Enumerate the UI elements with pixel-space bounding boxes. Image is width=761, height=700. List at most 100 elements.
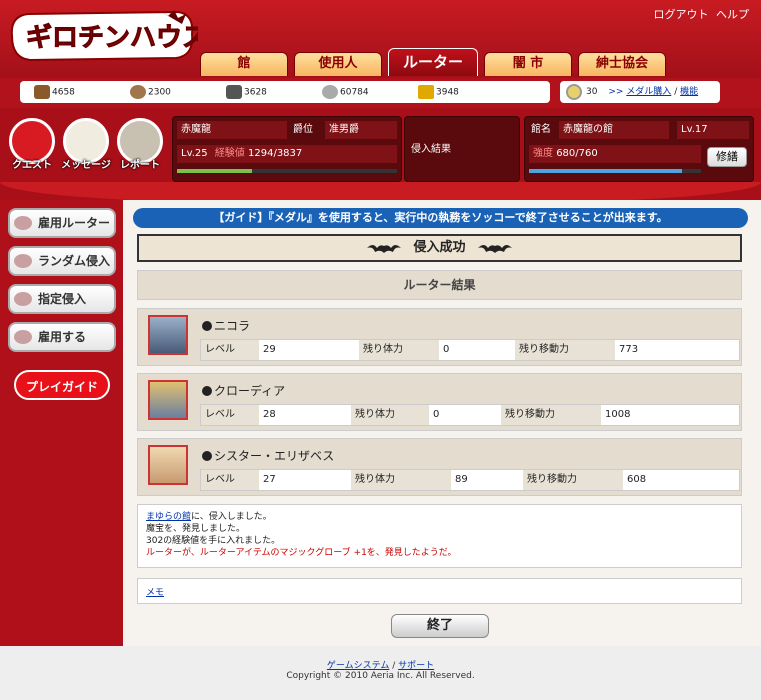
support-link[interactable]: サポート <box>398 661 434 671</box>
player-name: 赤魔龍 <box>177 121 287 139</box>
avatar <box>148 445 188 485</box>
memo-link[interactable]: メモ <box>146 588 164 598</box>
bullet-icon <box>14 254 32 268</box>
footer-links: ゲームシステム / サポート <box>326 661 435 671</box>
memo-box: メモ <box>137 578 742 604</box>
strength-bar <box>529 169 701 173</box>
tab-gentlemen-club[interactable]: 紳士協会 <box>578 52 666 76</box>
avatar <box>148 380 188 420</box>
function-link[interactable]: 機能 <box>680 87 698 97</box>
raid-success-banner: 侵入成功 <box>137 234 742 262</box>
copyright: Copyright © 2010 Aeria Inc. All Reserved… <box>286 671 475 681</box>
bullet-icon <box>14 330 32 344</box>
raid-result-panel: 侵入結果 <box>404 116 520 182</box>
sidebar-item-target-raid[interactable]: 指定侵入 <box>8 284 116 314</box>
mansion-panel: 館名 赤魔龍の館 Lv.17 強度 680/760 修繕 <box>524 116 754 182</box>
raid-success-text: 侵入成功 <box>413 240 466 255</box>
tab-servants[interactable]: 使用人 <box>294 52 382 76</box>
sidebar: 雇用ルーター ランダム侵入 指定侵入 雇用する プレイガイド <box>0 200 123 646</box>
play-guide-button[interactable]: プレイガイド <box>14 370 110 400</box>
mansion-name-label: 館名 <box>531 124 551 135</box>
top-links: ログアウト ヘルプ <box>650 6 750 22</box>
raid-result-label: 侵入結果 <box>411 144 451 155</box>
resource-treasure: 3948 <box>418 85 459 100</box>
looter-hp: 89 <box>455 474 468 485</box>
looter-name: クローディア <box>202 382 285 399</box>
logout-link[interactable]: ログアウト <box>654 8 709 21</box>
log-line: まゆらの館に、侵入しました。 <box>146 512 272 522</box>
resource-coin: 60784 <box>322 85 369 100</box>
looter-name: シスター・エリザベス <box>202 447 334 464</box>
resource-bar: 4658 2300 3628 60784 3948 30 >> メダル購入 / … <box>0 78 761 108</box>
resource-wood: 4658 <box>34 85 75 100</box>
end-button[interactable]: 終了 <box>391 614 489 638</box>
looter-name: ニコラ <box>202 317 250 334</box>
repair-button[interactable]: 修繕 <box>707 147 747 167</box>
medal-count: 30 <box>586 87 598 97</box>
looter-result-title: ルーター結果 <box>137 270 742 300</box>
help-link[interactable]: ヘルプ <box>716 8 749 21</box>
treasure-icon <box>418 85 434 99</box>
looter-level: 27 <box>263 474 276 485</box>
sidebar-item-hire[interactable]: 雇用する <box>8 322 116 352</box>
mansion-name: 赤魔龍の館 <box>559 121 669 139</box>
bat-icon <box>366 244 401 253</box>
looter-stats: レベル 29 残り体力 0 残り移動力 773 <box>200 339 740 361</box>
strength-bar-fill <box>529 169 683 173</box>
skull-icon <box>202 386 212 396</box>
mansion-strength: 強度 680/760 <box>529 145 701 163</box>
skull-icon <box>202 321 212 331</box>
wood-icon <box>34 85 50 99</box>
stone-icon <box>130 85 146 99</box>
player-rank: 准男爵 <box>325 121 397 139</box>
resource-stone: 2300 <box>130 85 171 100</box>
main-content: 【ガイド】『メダル』を使用すると、実行中の執務をソッコーで終了させることが出来ま… <box>123 200 761 646</box>
looter-stats: レベル 28 残り体力 0 残り移動力 1008 <box>200 404 740 426</box>
message-button[interactable]: メッセージ <box>60 118 112 178</box>
raid-log: まゆらの館に、侵入しました。 魔宝を、発見しました。 302の経験値を手に入れま… <box>137 504 742 568</box>
looter-move: 1008 <box>605 409 631 420</box>
buy-medal-link[interactable]: メダル購入 <box>626 87 671 97</box>
mansion-level: Lv.17 <box>677 121 749 139</box>
medal-panel: 30 >> メダル購入 / 機能 <box>560 81 720 103</box>
medal-arrow: >> <box>608 87 624 97</box>
resource-iron: 3628 <box>226 85 267 100</box>
bullet-icon <box>14 292 32 306</box>
player-panel: 赤魔龍 爵位 准男爵 Lv.25 経験値 1294/3837 <box>172 116 402 182</box>
looter-stats: レベル 27 残り体力 89 残り移動力 608 <box>200 469 740 491</box>
looter-level: 29 <box>263 344 276 355</box>
game-system-link[interactable]: ゲームシステム <box>327 661 389 671</box>
target-mansion-link[interactable]: まゆらの館 <box>146 512 191 522</box>
exp-bar-fill <box>177 169 252 173</box>
iron-icon <box>226 85 242 99</box>
site-logo[interactable]: ギロチンハウス <box>8 6 198 66</box>
tab-mansion[interactable]: 館 <box>200 52 288 76</box>
tab-black-market[interactable]: 闇 市 <box>484 52 572 76</box>
report-button[interactable]: レポート <box>114 118 166 178</box>
log-line: 魔宝を、発見しました。 <box>146 524 246 534</box>
looter-card: ニコラ レベル 29 残り体力 0 残り移動力 773 <box>137 308 742 366</box>
bullet-icon <box>14 216 32 230</box>
footer: ゲームシステム / サポート Copyright © 2010 Aeria In… <box>0 646 761 700</box>
quest-button[interactable]: クエスト <box>6 118 58 178</box>
avatar <box>148 315 188 355</box>
sidebar-item-hired-looter[interactable]: 雇用ルーター <box>8 208 116 238</box>
exp-bar <box>177 169 397 173</box>
log-line: 302の経験値を手に入れました。 <box>146 536 281 546</box>
log-line: ルーターが、ルーターアイテムのマジックグローブ +1を、発見したようだ。 <box>146 548 457 558</box>
rank-label: 爵位 <box>293 124 313 135</box>
guide-banner: 【ガイド】『メダル』を使用すると、実行中の執務をソッコーで終了させることが出来ま… <box>133 208 748 228</box>
tab-looter[interactable]: ルーター <box>388 48 478 76</box>
header: ギロチンハウス ログアウト ヘルプ 館 使用人 ルーター 闇 市 紳士協会 <box>0 0 761 78</box>
player-level-exp: Lv.25 経験値 1294/3837 <box>177 145 397 163</box>
looter-move: 608 <box>627 474 647 485</box>
bat-icon <box>478 244 513 253</box>
looter-card: クローディア レベル 28 残り体力 0 残り移動力 1008 <box>137 373 742 431</box>
sidebar-item-random-raid[interactable]: ランダム侵入 <box>8 246 116 276</box>
looter-hp: 0 <box>433 409 440 420</box>
svg-text:ギロチンハウス: ギロチンハウス <box>26 23 198 53</box>
looter-hp: 0 <box>443 344 450 355</box>
coin-icon <box>322 85 338 99</box>
looter-move: 773 <box>619 344 639 355</box>
medal-icon <box>566 83 582 100</box>
